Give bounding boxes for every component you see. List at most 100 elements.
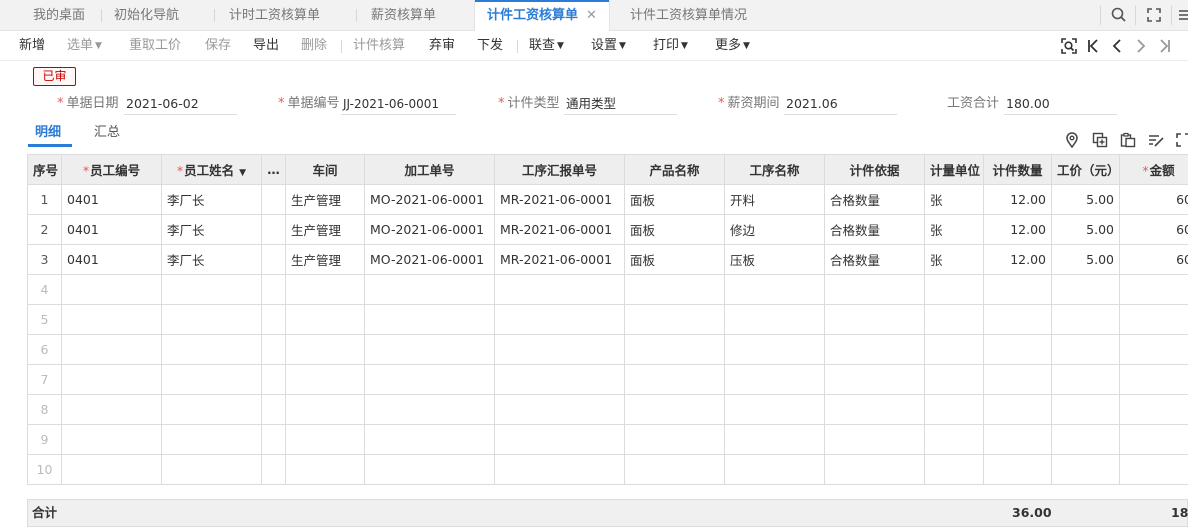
- col-header-price[interactable]: 工价（元）: [1051, 154, 1120, 185]
- print-button[interactable]: 打印 ▼: [653, 31, 688, 61]
- cell-unit[interactable]: 张: [924, 214, 984, 245]
- col-header-amount[interactable]: *金额: [1119, 154, 1188, 185]
- cell-price[interactable]: 5.00: [1051, 244, 1120, 275]
- empty-row[interactable]: 8: [27, 394, 1188, 425]
- cell-emp-code[interactable]: 0401: [61, 244, 162, 275]
- edit-columns-icon[interactable]: [1147, 131, 1165, 149]
- export-button[interactable]: 导出: [253, 31, 279, 61]
- cell-work-order[interactable]: MO-2021-06-0001: [364, 214, 495, 245]
- search-icon[interactable]: [1110, 6, 1128, 24]
- col-header-emp-name[interactable]: *员工姓名 ▼: [161, 154, 262, 185]
- cell-amount[interactable]: 60: [1119, 214, 1188, 245]
- cell-basis[interactable]: 合格数量: [824, 214, 925, 245]
- cell-amount[interactable]: 60: [1119, 244, 1188, 275]
- col-header-qty[interactable]: 计件数量: [983, 154, 1052, 185]
- table-row[interactable]: 2 0401 李厂长 生产管理 MO-2021-06-0001 MR-2021-…: [27, 214, 1188, 245]
- col-header-product[interactable]: 产品名称: [624, 154, 725, 185]
- next-record-icon[interactable]: [1132, 37, 1150, 55]
- col-header-basis[interactable]: 计件依据: [824, 154, 925, 185]
- salary-period-field[interactable]: 2021.06: [784, 94, 897, 115]
- empty-row[interactable]: 5: [27, 304, 1188, 335]
- tab-my-desktop[interactable]: 我的桌面: [33, 0, 85, 31]
- date-field[interactable]: 2021-06-02: [124, 94, 237, 115]
- cell-qty[interactable]: 12.00: [983, 244, 1052, 275]
- cell-basis[interactable]: 合格数量: [824, 184, 925, 215]
- locate-record-icon[interactable]: [1060, 37, 1078, 55]
- cell-emp-name[interactable]: 李厂长: [161, 184, 262, 215]
- location-pin-icon[interactable]: [1063, 131, 1081, 149]
- select-bill-button[interactable]: 选单 ▼: [67, 31, 102, 61]
- cell-process-report[interactable]: MR-2021-06-0001: [494, 214, 625, 245]
- cell-workshop[interactable]: 生产管理: [285, 184, 365, 215]
- delete-button[interactable]: 删除: [301, 31, 327, 61]
- fullscreen-icon[interactable]: [1145, 6, 1163, 24]
- cell-workshop[interactable]: 生产管理: [285, 214, 365, 245]
- bill-number-field[interactable]: JJ-2021-06-0001: [341, 94, 456, 115]
- col-header-more[interactable]: …: [261, 154, 286, 185]
- cell-price[interactable]: 5.00: [1051, 214, 1120, 245]
- empty-row[interactable]: 10: [27, 454, 1188, 485]
- cell-process[interactable]: 开料: [724, 184, 825, 215]
- table-row[interactable]: 1 0401 李厂长 生产管理 MO-2021-06-0001 MR-2021-…: [27, 184, 1188, 215]
- cell-process[interactable]: 压板: [724, 244, 825, 275]
- cell-product[interactable]: 面板: [624, 184, 725, 215]
- cell-process-report[interactable]: MR-2021-06-0001: [494, 184, 625, 215]
- cell-product[interactable]: 面板: [624, 214, 725, 245]
- tab-summary[interactable]: 汇总: [94, 124, 120, 146]
- cell-basis[interactable]: 合格数量: [824, 244, 925, 275]
- cell-qty[interactable]: 12.00: [983, 214, 1052, 245]
- linked-query-button[interactable]: 联查 ▼: [529, 31, 564, 61]
- cell-qty[interactable]: 12.00: [983, 184, 1052, 215]
- more-button[interactable]: 更多 ▼: [715, 31, 750, 61]
- piece-calc-button[interactable]: 计件核算: [353, 31, 405, 61]
- cell-amount[interactable]: 60: [1119, 184, 1188, 215]
- tab-piece-wage-status[interactable]: 计件工资核算单情况: [630, 0, 747, 31]
- tab-menu-icon[interactable]: [1176, 6, 1188, 24]
- copy-row-icon[interactable]: [1119, 131, 1137, 149]
- settings-button[interactable]: 设置 ▼: [591, 31, 626, 61]
- cell-emp-code[interactable]: 0401: [61, 184, 162, 215]
- add-button[interactable]: 新增: [19, 31, 45, 61]
- col-header-emp-code[interactable]: *员工编号: [61, 154, 162, 185]
- save-button[interactable]: 保存: [205, 31, 231, 61]
- tab-piece-wage-calc[interactable]: 计件工资核算单 ✕: [474, 0, 610, 32]
- unaudit-button[interactable]: 弃审: [429, 31, 455, 61]
- refetch-wage-button[interactable]: 重取工价: [129, 31, 181, 61]
- col-header-process[interactable]: 工序名称: [724, 154, 825, 185]
- first-record-icon[interactable]: [1084, 37, 1102, 55]
- tab-init-navigation[interactable]: 初始化导航: [114, 0, 179, 31]
- col-header-workshop[interactable]: 车间: [285, 154, 365, 185]
- cell-product[interactable]: 面板: [624, 244, 725, 275]
- cell-work-order[interactable]: MO-2021-06-0001: [364, 244, 495, 275]
- piece-type-field[interactable]: 通用类型: [564, 94, 677, 115]
- tab-detail[interactable]: 明细: [35, 124, 61, 146]
- cell-process-report[interactable]: MR-2021-06-0001: [494, 244, 625, 275]
- cell-emp-name[interactable]: 李厂长: [161, 244, 262, 275]
- issue-button[interactable]: 下发: [477, 31, 503, 61]
- col-header-unit[interactable]: 计量单位: [924, 154, 984, 185]
- cell-work-order[interactable]: MO-2021-06-0001: [364, 184, 495, 215]
- cell-price[interactable]: 5.00: [1051, 184, 1120, 215]
- cell-process[interactable]: 修边: [724, 214, 825, 245]
- empty-row[interactable]: 9: [27, 424, 1188, 455]
- expand-grid-icon[interactable]: [1174, 131, 1188, 149]
- col-header-process-report[interactable]: 工序汇报单号: [494, 154, 625, 185]
- cell-unit[interactable]: 张: [924, 184, 984, 215]
- table-row[interactable]: 3 0401 李厂长 生产管理 MO-2021-06-0001 MR-2021-…: [27, 244, 1188, 275]
- caret-down-icon[interactable]: ▼: [239, 168, 246, 178]
- cell-emp-name[interactable]: 李厂长: [161, 214, 262, 245]
- cell-workshop[interactable]: 生产管理: [285, 244, 365, 275]
- previous-record-icon[interactable]: [1108, 37, 1126, 55]
- empty-row[interactable]: 6: [27, 334, 1188, 365]
- close-tab-icon[interactable]: ✕: [586, 8, 597, 23]
- cell-emp-code[interactable]: 0401: [61, 214, 162, 245]
- empty-row[interactable]: 7: [27, 364, 1188, 395]
- cell-unit[interactable]: 张: [924, 244, 984, 275]
- col-header-work-order[interactable]: 加工单号: [364, 154, 495, 185]
- required-marker: *: [718, 96, 725, 111]
- insert-row-icon[interactable]: [1091, 131, 1109, 149]
- last-record-icon[interactable]: [1156, 37, 1174, 55]
- empty-row[interactable]: 4: [27, 274, 1188, 305]
- tab-time-wage-calc[interactable]: 计时工资核算单: [229, 0, 320, 31]
- tab-salary-calc[interactable]: 薪资核算单: [371, 0, 436, 31]
